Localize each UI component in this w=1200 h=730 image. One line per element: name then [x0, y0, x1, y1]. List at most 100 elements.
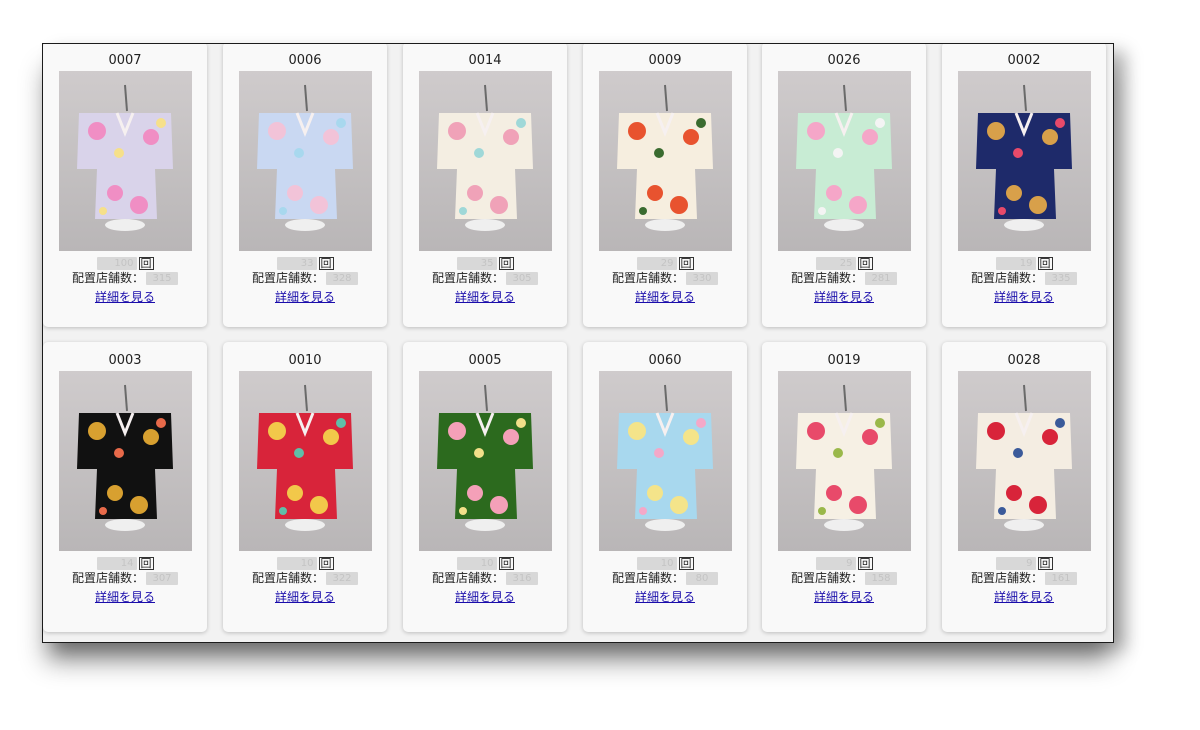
- rental-count-value: 29: [636, 257, 677, 270]
- rental-count-value: 10: [276, 557, 317, 570]
- kimono-photo[interactable]: [777, 71, 911, 251]
- store-count: 配置店舗数： 322: [223, 571, 387, 586]
- store-count: 配置店舗数： 80: [583, 571, 747, 586]
- item-code: 0007: [108, 53, 142, 68]
- rental-count-value: 10: [636, 557, 677, 570]
- kimono-card-0014: 0014 35 回 配置店舗数： 305 詳細を見る: [403, 44, 567, 327]
- store-count-value: 328: [326, 272, 358, 285]
- rental-count-unit: 回: [678, 257, 694, 270]
- item-code: 0003: [108, 353, 142, 368]
- store-count-value: 80: [686, 572, 718, 585]
- rental-count-value: 19: [995, 257, 1036, 270]
- kimono-photo[interactable]: [58, 371, 192, 551]
- kimono-photo[interactable]: [777, 371, 911, 551]
- rental-count-unit: 回: [138, 557, 154, 570]
- view-details-link[interactable]: 詳細を見る: [814, 290, 874, 305]
- kimono-card-0002: 0002 19 回 配置店舗数： 335 詳細を見る: [942, 44, 1106, 327]
- rental-count: 10 回: [223, 557, 387, 570]
- item-code: 0028: [1007, 353, 1041, 368]
- view-details-link[interactable]: 詳細を見る: [455, 290, 515, 305]
- kimono-photo[interactable]: [238, 371, 372, 551]
- kimono-illustration: [76, 384, 173, 531]
- kimono-illustration: [795, 84, 892, 231]
- view-details-link[interactable]: 詳細を見る: [95, 290, 155, 305]
- item-code: 0009: [648, 53, 682, 68]
- store-count-value: 315: [146, 272, 178, 285]
- view-details-link[interactable]: 詳細を見る: [994, 590, 1054, 605]
- kimono-card-0019: 0019 9 回 配置店舗数： 158 詳細を見る: [762, 342, 926, 632]
- store-count-label: 配置店舗数：: [611, 571, 684, 585]
- store-count-value: 316: [506, 572, 538, 585]
- rental-count: 10 回: [583, 557, 747, 570]
- rental-count-value: 14: [96, 557, 137, 570]
- view-details-link[interactable]: 詳細を見る: [275, 290, 335, 305]
- store-count: 配置店舗数： 335: [942, 271, 1106, 286]
- rental-count-value: 10: [456, 557, 497, 570]
- rental-count-unit: 回: [1037, 557, 1053, 570]
- store-count: 配置店舗数： 315: [43, 271, 207, 286]
- rental-count-unit: 回: [138, 257, 154, 270]
- rental-count: 35 回: [403, 257, 567, 270]
- rental-count: 25 回: [762, 257, 926, 270]
- kimono-photo[interactable]: [598, 71, 732, 251]
- store-count: 配置店舗数： 330: [583, 271, 747, 286]
- item-code: 0060: [648, 353, 682, 368]
- store-count-label: 配置店舗数：: [431, 571, 504, 585]
- store-count: 配置店舗数： 161: [942, 571, 1106, 586]
- view-details-link[interactable]: 詳細を見る: [814, 590, 874, 605]
- view-details-link[interactable]: 詳細を見る: [95, 590, 155, 605]
- store-count: 配置店舗数： 307: [43, 571, 207, 586]
- kimono-illustration: [616, 84, 713, 231]
- kimono-card-0026: 0026 25 回 配置店舗数： 281 詳細を見る: [762, 44, 926, 327]
- store-count-value: 330: [686, 272, 718, 285]
- kimono-card-0003: 0003 14 回 配置店舗数： 307 詳細を見る: [43, 342, 207, 632]
- rental-count-unit: 回: [1037, 257, 1053, 270]
- rental-count-unit: 回: [857, 257, 873, 270]
- kimono-illustration: [436, 384, 533, 531]
- rental-count-value: 9: [995, 557, 1036, 570]
- rental-count-unit: 回: [678, 557, 694, 570]
- kimono-photo[interactable]: [58, 71, 192, 251]
- kimono-card-0028: 0028 9 回 配置店舗数： 161 詳細を見る: [942, 342, 1106, 632]
- kimono-photo[interactable]: [418, 371, 552, 551]
- rental-count-unit: 回: [857, 557, 873, 570]
- view-details-link[interactable]: 詳細を見る: [994, 290, 1054, 305]
- store-count-value: 281: [865, 272, 897, 285]
- kimono-photo[interactable]: [238, 71, 372, 251]
- kimono-illustration: [975, 84, 1072, 231]
- rental-count-unit: 回: [498, 257, 514, 270]
- kimono-card-0010: 0010 10 回 配置店舗数： 322 詳細を見る: [223, 342, 387, 632]
- item-code: 0005: [468, 353, 502, 368]
- store-count-value: 307: [146, 572, 178, 585]
- kimono-illustration: [76, 84, 173, 231]
- store-count-label: 配置店舗数：: [790, 571, 863, 585]
- store-count-label: 配置店舗数：: [611, 271, 684, 285]
- kimono-grid: 0007 100 回 配置店舗数： 315 詳細を見る 0006 33 回 配置…: [43, 44, 1113, 642]
- view-details-link[interactable]: 詳細を見る: [635, 290, 695, 305]
- store-count-label: 配置店舗数：: [251, 571, 324, 585]
- rental-count: 14 回: [43, 557, 207, 570]
- store-count-label: 配置店舗数：: [970, 571, 1043, 585]
- store-count-value: 335: [1045, 272, 1077, 285]
- store-count-value: 305: [506, 272, 538, 285]
- kimono-card-0060: 0060 10 回 配置店舗数： 80 詳細を見る: [583, 342, 747, 632]
- rental-count: 100 回: [43, 257, 207, 270]
- kimono-illustration: [256, 84, 353, 231]
- kimono-photo[interactable]: [957, 371, 1091, 551]
- rental-count: 9 回: [942, 557, 1106, 570]
- store-count: 配置店舗数： 316: [403, 571, 567, 586]
- kimono-photo[interactable]: [418, 71, 552, 251]
- view-details-link[interactable]: 詳細を見る: [275, 590, 335, 605]
- store-count: 配置店舗数： 305: [403, 271, 567, 286]
- rental-count-value: 33: [276, 257, 317, 270]
- view-details-link[interactable]: 詳細を見る: [635, 590, 695, 605]
- kimono-photo[interactable]: [598, 371, 732, 551]
- item-code: 0019: [827, 353, 861, 368]
- kimono-photo[interactable]: [957, 71, 1091, 251]
- rental-count-value: 35: [456, 257, 497, 270]
- store-count: 配置店舗数： 328: [223, 271, 387, 286]
- view-details-link[interactable]: 詳細を見る: [455, 590, 515, 605]
- item-code: 0026: [827, 53, 861, 68]
- item-code: 0002: [1007, 53, 1041, 68]
- store-count-label: 配置店舗数：: [71, 271, 144, 285]
